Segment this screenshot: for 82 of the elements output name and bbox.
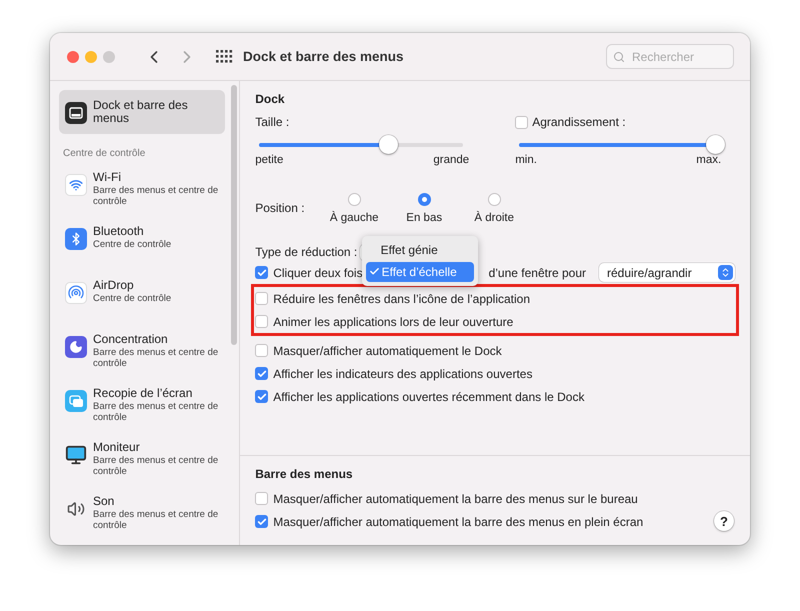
moon-icon (69, 340, 83, 354)
checkbox-label: Cliquer deux fois (273, 266, 363, 280)
monitor-icon (65, 444, 87, 466)
minimize-button[interactable] (85, 50, 97, 62)
checkbox-label: Réduire les fenêtres dans l’icône de l’application (273, 292, 530, 306)
sidebar-item[interactable]: Bluetooth Centre de contrôle (59, 221, 225, 276)
item-title: Son (93, 495, 116, 508)
stepper-icon (720, 267, 731, 278)
action-select[interactable]: réduire/agrandir (599, 263, 735, 282)
dock-icon (69, 107, 83, 119)
menu-item[interactable]: Effet génie (366, 240, 474, 260)
section-header: Centre de contrôle (63, 148, 146, 160)
section-title: Dock (255, 92, 286, 106)
radio-button[interactable] (488, 192, 501, 206)
radio-label: À droite (474, 212, 514, 224)
scrollbar-thumb[interactable] (230, 85, 237, 345)
checkbox-label: Masquer/afficher automatiquement la barre des menus sur le bureau (273, 492, 638, 506)
menu-item[interactable]: Effet d’échelle (366, 262, 474, 282)
sidebar-item[interactable]: Moniteur Barre des menus et centre de contrôle (59, 437, 225, 492)
sidebar-item[interactable]: Wi-Fi Barre des menus et centre de contrôle (59, 167, 225, 222)
search-icon (613, 50, 625, 62)
radio-label: En bas (406, 212, 442, 224)
sidebar-item[interactable]: Concentration Barre des menus et centre de contrôle (59, 329, 225, 384)
screens-icon (68, 394, 84, 408)
item-title: Concentration (93, 333, 169, 346)
checkbox[interactable] (255, 390, 268, 403)
slider-max-label: max. (696, 154, 722, 166)
item-subtitle: Barre des menus et centre de contrôle (93, 185, 219, 208)
slider-min-label: petite (255, 154, 284, 166)
checkbox-label: d’une fenêtre pour (488, 266, 586, 280)
checkbox[interactable] (255, 367, 268, 380)
item-subtitle: Barre des menus et centre de contrôle (93, 509, 219, 532)
item-subtitle: Barre des menus et centre de contrôle (93, 401, 219, 424)
checkbox[interactable] (255, 492, 268, 505)
grid-button[interactable] (216, 50, 233, 64)
checkbox[interactable] (255, 515, 268, 528)
checkbox-label: Masquer/afficher automatiquement la barre des menus en plein écran (273, 514, 644, 528)
item-title: Moniteur (93, 441, 141, 454)
radio-button[interactable] (348, 192, 361, 206)
item-subtitle: Barre des menus et centre de contrôle (93, 455, 219, 478)
search-field[interactable]: Rechercher (606, 44, 734, 69)
checkbox[interactable] (515, 116, 528, 128)
help-button[interactable]: ? (714, 511, 734, 531)
section-title: Barre des menus (255, 467, 354, 481)
item-title: Wi-Fi (93, 171, 122, 184)
item-subtitle: Barre des menus et centre de contrôle (93, 347, 219, 370)
radio-label: À gauche (330, 212, 378, 224)
sidebar-item[interactable]: Son Barre des menus et centre de contrôle (59, 491, 225, 545)
checkbox[interactable] (255, 344, 268, 357)
slider-label: Agrandissement : (532, 115, 626, 129)
window-title: Dock et barre des menus (243, 49, 404, 64)
speaker-icon (67, 500, 85, 518)
checkbox-label: Masquer/afficher automatiquement le Dock (273, 344, 502, 358)
sidebar-item[interactable]: Dock et barre des menus (59, 90, 225, 134)
checkbox[interactable] (255, 292, 268, 305)
position-label: Position : (255, 201, 306, 215)
checkmark-icon (368, 266, 380, 277)
radio-button[interactable] (418, 192, 431, 206)
close-button[interactable] (67, 50, 79, 62)
grid-icon (216, 50, 233, 64)
sidebar-item[interactable]: AirDrop Centre de contrôle (59, 275, 225, 330)
sidebar-item[interactable]: Recopie de l’écran Barre des menus et centre de contrôle (59, 383, 225, 438)
slider-min-label: min. (515, 154, 537, 166)
checkbox[interactable] (255, 266, 268, 279)
slider-thumb[interactable] (378, 134, 398, 154)
zoom-button[interactable] (103, 50, 115, 62)
checkbox[interactable] (255, 315, 268, 328)
search-input[interactable]: Rechercher (630, 48, 726, 64)
checkbox-label: Afficher les applications ouvertes récemment dans le Dock (273, 390, 584, 404)
item-title: Dock et barre des menus (93, 99, 189, 125)
slider-thumb[interactable] (706, 134, 726, 154)
wifi-icon (69, 178, 83, 192)
item-subtitle: Centre de contrôle (93, 293, 172, 304)
slider-max-label: grande (433, 154, 470, 166)
minimize-effect-label: Type de réduction : (255, 245, 358, 259)
checkbox-label: Animer les applications lors de leur ouverture (273, 314, 514, 328)
item-subtitle: Centre de contrôle (93, 239, 172, 250)
slider-label: Taille : (255, 115, 290, 129)
item-title: Bluetooth (93, 225, 145, 238)
item-title: AirDrop (93, 279, 135, 292)
item-title: Recopie de l’écran (93, 387, 194, 400)
checkbox-label: Afficher les indicateurs des applications ouvertes (273, 366, 532, 380)
